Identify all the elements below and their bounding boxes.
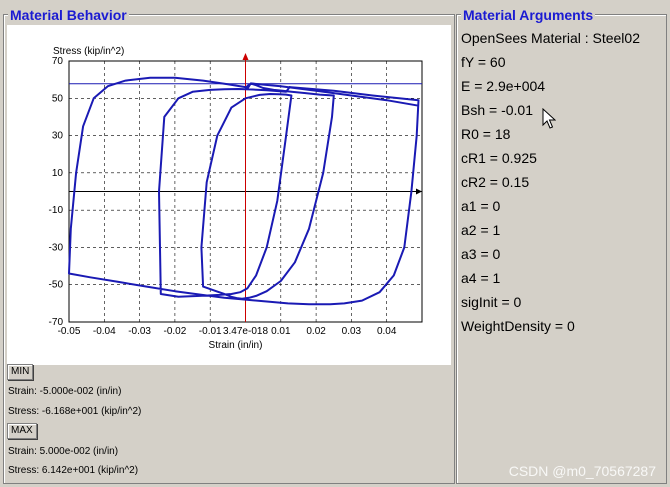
y-tick-label: 50 bbox=[52, 93, 64, 104]
y-tick-label: 70 bbox=[52, 56, 64, 67]
argument-row: Bsh = -0.01 bbox=[461, 102, 533, 118]
min-stress-readout: Stress: -6.168e+001 (kip/in^2) bbox=[8, 406, 142, 417]
x-tick-label: -0.04 bbox=[93, 326, 116, 337]
x-tick-label: 3.47e-018 bbox=[223, 326, 268, 337]
argument-row: E = 2.9e+004 bbox=[461, 78, 546, 94]
argument-row: a1 = 0 bbox=[461, 198, 501, 214]
x-tick-label: -0.03 bbox=[128, 326, 151, 337]
argument-row: sigInit = 0 bbox=[461, 294, 522, 310]
y-tick-label: 30 bbox=[52, 131, 64, 142]
material-arguments-panel: Material Arguments OpenSees Material : S… bbox=[456, 7, 667, 484]
max-button[interactable]: MAX bbox=[7, 423, 37, 439]
watermark: CSDN @m0_70567287 bbox=[508, 463, 656, 479]
max-stress-readout: Stress: 6.142e+001 (kip/in^2) bbox=[8, 465, 139, 476]
argument-row: fY = 60 bbox=[461, 54, 506, 70]
x-tick-label: 0.04 bbox=[377, 326, 397, 337]
stress-strain-plot[interactable]: 70 50 30 10 -10 -30 -50 -70 -0.05 -0.04 -0.03 -0.02… bbox=[7, 25, 451, 365]
axis-arrow-icon bbox=[416, 188, 422, 195]
x-tick-label: -0.01 bbox=[199, 326, 222, 337]
min-strain-readout: Strain: -5.000e-002 (in/in) bbox=[8, 386, 122, 397]
y-tick-label: -30 bbox=[49, 242, 64, 253]
argument-row: cR1 = 0.925 bbox=[461, 150, 537, 166]
min-button[interactable]: MIN bbox=[7, 364, 34, 380]
material-behavior-panel: Material Behavior 70 50 30 10 -10 -30 -50 -70 -0… bbox=[3, 7, 455, 484]
mouse-cursor-icon bbox=[542, 107, 557, 135]
x-axis-label: Strain (in/in) bbox=[209, 340, 263, 351]
cursor-arrow-icon bbox=[242, 53, 249, 60]
argument-row: a3 = 0 bbox=[461, 246, 501, 262]
argument-row: OpenSees Material : Steel02 bbox=[461, 30, 640, 46]
x-tick-label: 0.01 bbox=[271, 326, 291, 337]
y-tick-label: 10 bbox=[52, 168, 64, 179]
argument-row: R0 = 18 bbox=[461, 126, 511, 142]
y-tick-label: -10 bbox=[49, 205, 64, 216]
argument-row: cR2 = 0.15 bbox=[461, 174, 530, 190]
argument-row: WeightDensity = 0 bbox=[461, 318, 575, 334]
x-tick-label: 0.02 bbox=[306, 326, 326, 337]
x-tick-label: 0.03 bbox=[342, 326, 362, 337]
max-strain-readout: Strain: 5.000e-002 (in/in) bbox=[8, 446, 119, 457]
y-axis-label: Stress (kip/in^2) bbox=[53, 46, 124, 57]
x-tick-label: -0.02 bbox=[164, 326, 187, 337]
y-tick-label: -50 bbox=[49, 280, 64, 291]
panel-title: Material Behavior bbox=[8, 7, 129, 23]
panel-title: Material Arguments bbox=[461, 7, 596, 23]
x-tick-label: -0.05 bbox=[58, 326, 81, 337]
chart-svg: 70503010-10-30-50-70-0.05 -0.04 -0.03 -0.02… bbox=[49, 46, 423, 351]
argument-row: a2 = 1 bbox=[461, 222, 501, 238]
argument-row: a4 = 1 bbox=[461, 270, 501, 286]
